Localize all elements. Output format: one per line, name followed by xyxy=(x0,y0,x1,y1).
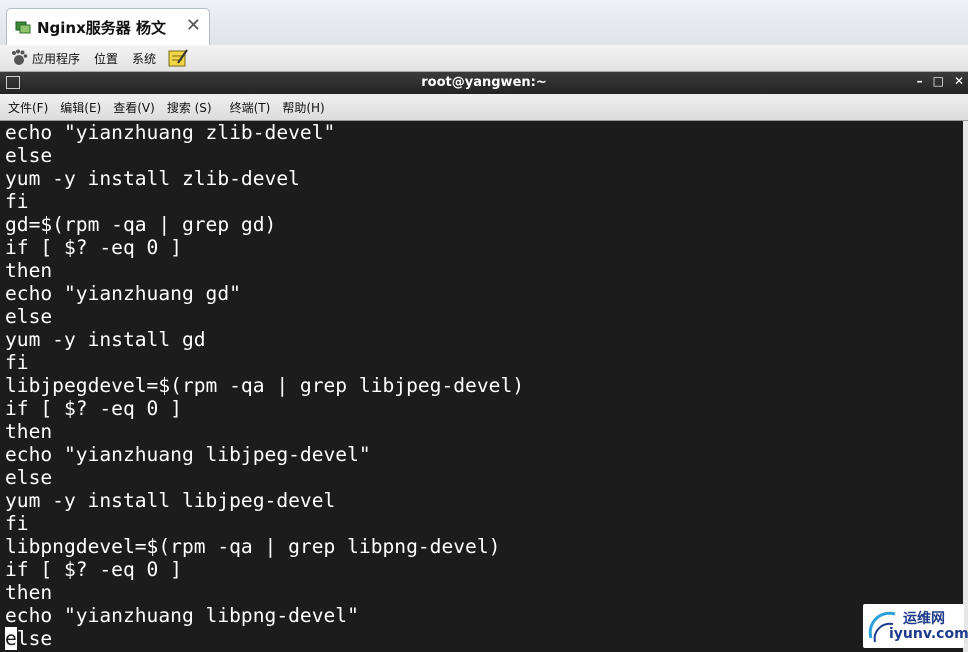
panel-applications-label: 应用程序 xyxy=(32,51,81,66)
tab-title: Nginx服务器 杨文 xyxy=(37,18,167,37)
terminal-line: then xyxy=(5,581,53,604)
minimize-button[interactable]: – xyxy=(917,74,923,88)
terminal-line: echo "yianzhuang gd" xyxy=(5,282,241,305)
menu-terminal[interactable]: 终端(T) xyxy=(230,99,271,116)
terminal-line: libjpegdevel=$(rpm -qa | grep libjpeg-de… xyxy=(5,374,525,397)
gnome-foot-icon xyxy=(12,49,28,65)
window-titlebar[interactable]: root@yangwen:~ – □ ✕ xyxy=(0,72,968,94)
terminal-line: fi xyxy=(5,512,29,535)
panel-places[interactable]: 位置 xyxy=(90,50,118,67)
watermark-en: iyunv.com xyxy=(889,626,968,642)
panel-applications[interactable]: 应用程序 xyxy=(10,49,80,67)
terminal-screen[interactable]: echo "yianzhuang zlib-devel" else yum -y i… xyxy=(0,121,963,652)
close-icon[interactable]: ✕ xyxy=(186,16,201,36)
terminal-line: if [ $? -eq 0 ] xyxy=(5,397,182,420)
scrollbar[interactable] xyxy=(963,121,968,652)
terminal-line: gd=$(rpm -qa | grep gd) xyxy=(5,213,277,236)
maximize-button[interactable]: □ xyxy=(933,74,944,88)
terminal-line: echo "yianzhuang libpng-devel" xyxy=(5,604,359,627)
terminal-line-cursor: else xyxy=(0,627,963,650)
terminal-line: fi xyxy=(5,351,29,374)
menu-help[interactable]: 帮助(H) xyxy=(282,99,324,116)
terminal-line: yum -y install gd xyxy=(5,328,206,351)
terminal-line: if [ $? -eq 0 ] xyxy=(5,558,182,581)
cursor-line-rest: lse xyxy=(16,627,53,650)
menu-search[interactable]: 搜索 (S) xyxy=(167,99,212,116)
watermark: 运维网 iyunv.com xyxy=(863,604,968,648)
top-panel: 应用程序 位置 系统 xyxy=(0,45,968,72)
terminal-line: then xyxy=(5,259,53,282)
menu-view[interactable]: 查看(V) xyxy=(113,99,155,116)
terminal-line: fi xyxy=(5,190,29,213)
terminal-line: else xyxy=(5,144,53,167)
terminal-line: yum -y install libjpeg-devel xyxy=(5,489,336,512)
terminal-window: root@yangwen:~ – □ ✕ 文件(F) 编辑(E) 查看(V) 搜… xyxy=(0,72,968,652)
terminal-line: else xyxy=(5,466,53,489)
window-close-button[interactable]: ✕ xyxy=(954,74,964,88)
panel-places-label: 位置 xyxy=(94,51,119,66)
terminal-line: echo "yianzhuang zlib-devel" xyxy=(5,121,336,144)
terminal-line: yum -y install zlib-devel xyxy=(5,167,300,190)
cursor: e xyxy=(5,627,17,650)
menu-edit[interactable]: 编辑(E) xyxy=(60,99,101,116)
window-title: root@yangwen:~ xyxy=(421,75,547,90)
menu-file[interactable]: 文件(F) xyxy=(8,99,48,116)
panel-system-label: 系统 xyxy=(132,51,157,66)
vm-icon xyxy=(15,21,31,34)
terminal-line: if [ $? -eq 0 ] xyxy=(5,236,182,259)
terminal-line: echo "yianzhuang libjpeg-devel" xyxy=(5,443,371,466)
terminal-line: then xyxy=(5,420,53,443)
panel-system[interactable]: 系统 xyxy=(128,50,156,67)
tab-nginx[interactable]: Nginx服务器 杨文 ✕ xyxy=(6,8,210,45)
tab-strip: Nginx服务器 杨文 ✕ xyxy=(0,0,968,46)
menu-bar: 文件(F) 编辑(E) 查看(V) 搜索 (S) 终端(T) 帮助(H) xyxy=(0,94,968,121)
terminal-line: else xyxy=(5,305,53,328)
notepad-icon[interactable] xyxy=(168,49,188,67)
terminal-line: libpngdevel=$(rpm -qa | grep libpng-deve… xyxy=(5,535,501,558)
watermark-cn: 运维网 xyxy=(903,611,945,627)
